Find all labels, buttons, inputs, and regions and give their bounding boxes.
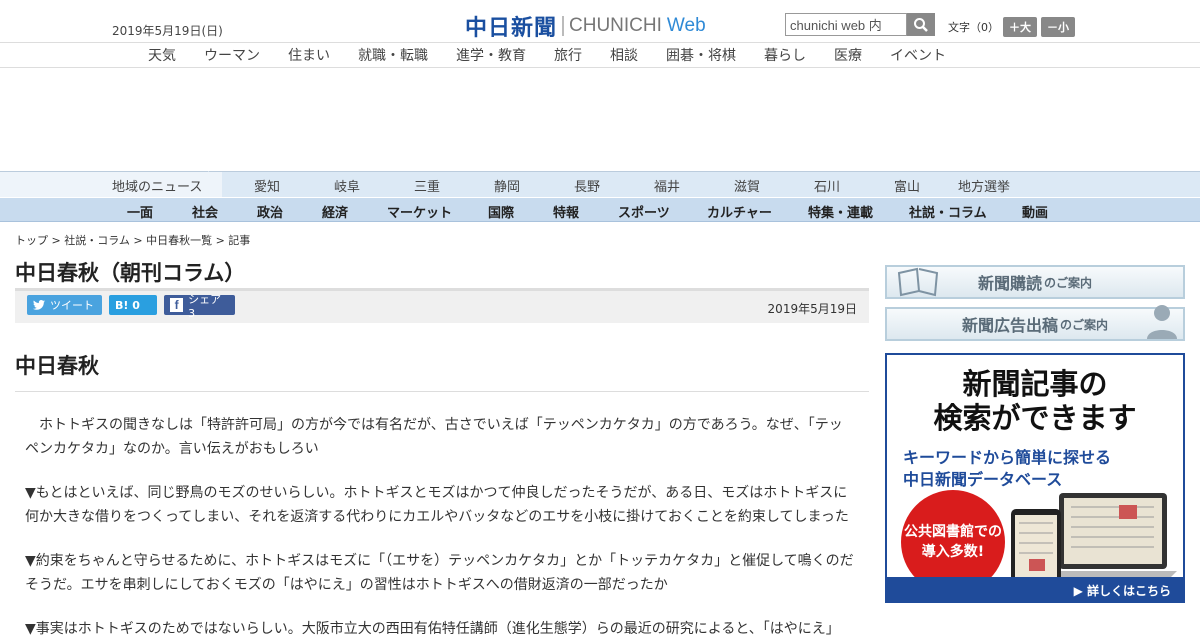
subnav-housing[interactable]: 住まい	[288, 45, 330, 65]
facebook-icon: f	[170, 298, 184, 312]
font-size-control: 文字（0） ＋大 －小	[948, 17, 1075, 37]
advertise-label: 新聞広告出稿	[961, 316, 1058, 335]
hatena-bookmark-button[interactable]: B! 0	[109, 295, 157, 315]
current-date: 2019年5月19日(日)	[112, 24, 223, 38]
logo-main: 中日新聞	[465, 15, 558, 41]
nav-market[interactable]: マーケット	[387, 202, 452, 221]
regional-arrow	[208, 171, 222, 197]
logo-web: Web	[666, 15, 706, 36]
column-divider	[15, 391, 869, 392]
nav-politics[interactable]: 政治	[257, 202, 283, 221]
region-mie[interactable]: 三重	[414, 176, 440, 195]
subnav-woman[interactable]: ウーマン	[204, 45, 260, 65]
facebook-share-button[interactable]: f シェア 3	[164, 293, 235, 320]
facebook-share-label: シェア 3	[188, 292, 222, 320]
search-input[interactable]	[785, 13, 907, 36]
region-elections[interactable]: 地方選挙	[958, 176, 1010, 195]
nav-sports[interactable]: スポーツ	[618, 202, 670, 221]
promo-subheadline: キーワードから簡単に探せる 中日新聞データベース	[903, 447, 1111, 491]
subscribe-small: のご案内	[1044, 275, 1093, 290]
column-title: 中日春秋	[15, 354, 99, 378]
subnav-events[interactable]: イベント	[890, 45, 946, 65]
promo-headline-line1: 新聞記事の	[962, 367, 1108, 401]
share-bar: ツイート B! 0 f シェア 3 2019年5月19日	[15, 288, 869, 323]
person-icon	[1147, 305, 1177, 339]
subnav-living[interactable]: 暮らし	[764, 45, 806, 65]
main-navigation: 一面 社会 政治 経済 マーケット 国際 特報 スポーツ カルチャー 特集・連載…	[0, 197, 1200, 222]
region-gifu[interactable]: 岐阜	[334, 176, 360, 195]
nav-society[interactable]: 社会	[192, 202, 218, 221]
subnav-education[interactable]: 進学・教育	[456, 45, 526, 65]
page-title: 中日春秋（朝刊コラム）	[15, 261, 246, 285]
nav-international[interactable]: 国際	[488, 202, 514, 221]
nav-video[interactable]: 動画	[1022, 202, 1048, 221]
promo-subheadline-line1: キーワードから簡単に探せる	[903, 448, 1112, 467]
advertise-button[interactable]: 新聞広告出稿 のご案内	[885, 305, 1185, 341]
subnav-weather[interactable]: 天気	[148, 45, 176, 65]
subscribe-button[interactable]: 新聞購読 のご案内	[885, 265, 1185, 299]
region-toyama[interactable]: 富山	[894, 176, 920, 195]
site-search	[785, 13, 935, 36]
region-shiga[interactable]: 滋賀	[734, 176, 760, 195]
subscribe-label: 新聞購読	[977, 274, 1042, 293]
nav-special-report[interactable]: 特報	[553, 202, 579, 221]
search-button[interactable]	[907, 13, 935, 36]
font-smaller-button[interactable]: －小	[1041, 17, 1075, 37]
tweet-button[interactable]: ツイート	[27, 295, 102, 315]
site-header: 2019年5月19日(日) 中日新聞 CHUNICHI Web 文字（0） ＋大…	[0, 0, 1200, 43]
search-icon	[914, 17, 928, 32]
subnav-go-shogi[interactable]: 囲碁・将棋	[666, 45, 736, 65]
subnav-medical[interactable]: 医療	[834, 45, 862, 65]
region-ishikawa[interactable]: 石川	[814, 176, 840, 195]
region-aichi[interactable]: 愛知	[254, 176, 280, 195]
regional-news-nav: 地域のニュース 愛知 岐阜 三重 静岡 長野 福井 滋賀 石川 富山 地方選挙	[0, 171, 1200, 197]
font-size-label: 文字（0）	[948, 21, 999, 34]
twitter-icon	[33, 299, 45, 310]
promo-details-link[interactable]: ▶ 詳しくはこちら	[887, 577, 1183, 601]
nav-economy[interactable]: 経済	[322, 202, 348, 221]
subnav-travel[interactable]: 旅行	[554, 45, 582, 65]
promo-headline-line2: 検索ができます	[933, 401, 1137, 435]
ad-space	[0, 68, 1200, 171]
region-shizuoka[interactable]: 静岡	[494, 176, 520, 195]
nav-features[interactable]: 特集・連載	[808, 202, 873, 221]
database-promo-banner[interactable]: 新聞記事の 検索ができます キーワードから簡単に探せる 中日新聞データベース 公…	[885, 353, 1185, 603]
logo-divider	[562, 16, 565, 36]
font-larger-button[interactable]: ＋大	[1003, 17, 1037, 37]
regional-label: 地域のニュース	[112, 180, 203, 195]
promo-headline: 新聞記事の 検索ができます	[887, 367, 1183, 435]
article-paragraph: ホトトギスの聞きなしは「特許許可局」の方が今では有名だが、古さでいえば「テッペン…	[25, 417, 843, 457]
publish-date: 2019年5月19日	[767, 302, 857, 316]
region-nagano[interactable]: 長野	[574, 176, 600, 195]
site-logo[interactable]: 中日新聞 CHUNICHI Web	[465, 10, 706, 42]
sub-navigation: 天気 ウーマン 住まい 就職・転職 進学・教育 旅行 相談 囲碁・将棋 暮らし …	[0, 43, 1200, 68]
article-paragraph: ▼事実はホトトギスのためではないらしい。大阪市立大の西田有佑特任講師（進化生態学…	[25, 621, 840, 637]
article-paragraph: ▼もとはといえば、同じ野鳥のモズのせいらしい。ホトトギスとモズはかつて仲良しだっ…	[25, 485, 849, 525]
nav-editorials[interactable]: 社説・コラム	[909, 202, 987, 221]
newspaper-icon	[897, 267, 939, 297]
advertise-small: のご案内	[1060, 317, 1109, 332]
logo-sub: CHUNICHI	[569, 15, 662, 36]
nav-culture[interactable]: カルチャー	[707, 202, 772, 221]
region-fukui[interactable]: 福井	[654, 176, 680, 195]
hatena-count: B! 0	[115, 298, 140, 312]
subnav-consult[interactable]: 相談	[610, 45, 638, 65]
tweet-label: ツイート	[50, 299, 94, 312]
breadcrumb[interactable]: トップ > 社説・コラム > 中日春秋一覧 > 記事	[15, 232, 250, 248]
subnav-jobs[interactable]: 就職・転職	[358, 45, 428, 65]
nav-front-page[interactable]: 一面	[127, 202, 153, 221]
article-paragraph: ▼約束をちゃんと守らせるために、ホトトギスはモズに「（エサを）テッペンカケタカ」…	[25, 553, 854, 593]
